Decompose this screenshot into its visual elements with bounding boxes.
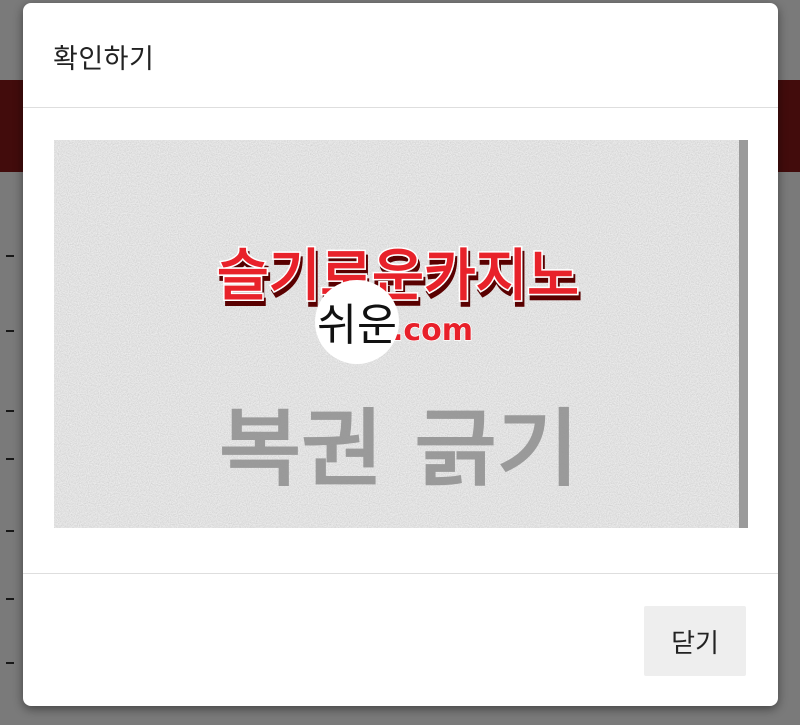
scratch-revealed-text: 쉬운 xyxy=(317,300,397,351)
casino-brand-text: 슬기로운카지노 xyxy=(217,244,579,309)
dialog-footer: 닫기 xyxy=(23,573,778,706)
dialog-title: 확인하기 xyxy=(53,44,155,75)
close-button[interactable]: 닫기 xyxy=(644,606,746,676)
scratch-lottery-watermark: 복권 긁기 xyxy=(219,400,579,498)
captcha-right-edge xyxy=(739,140,748,528)
dialog-header: 확인하기 xyxy=(23,3,778,108)
confirm-dialog: 확인하기 슬기로운카지노 .com 쉬운 복권 긁기 닫기 xyxy=(23,3,778,706)
captcha-image[interactable]: 슬기로운카지노 .com 쉬운 복권 긁기 xyxy=(54,140,748,528)
casino-domain-text: .com xyxy=(392,313,473,348)
